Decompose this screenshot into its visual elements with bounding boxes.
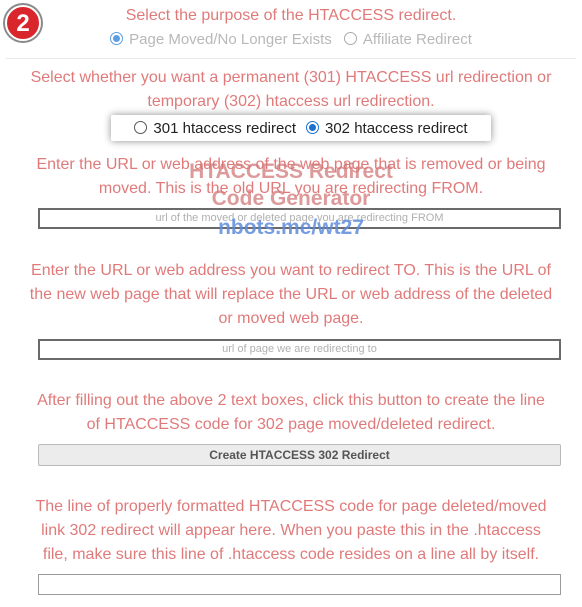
purpose-option-page-moved[interactable]: Page Moved/No Longer Exists — [110, 31, 332, 48]
create-button-prompt-line1: After filling out the above 2 text boxes… — [37, 392, 545, 409]
new-url-prompt-line1: Enter the URL or web address you want to… — [31, 262, 551, 279]
purpose-option-affiliate[interactable]: Affiliate Redirect — [343, 31, 472, 48]
redirect-option-301[interactable]: 301 htaccess redirect — [134, 120, 296, 137]
redirect-type-prompt-line1: Select whether you want a permanent (301… — [30, 69, 552, 86]
old-url-prompt-line2: moved. This is the old URL you are redir… — [98, 180, 484, 197]
output-prompt-line2: link 302 redirect will appear here. When… — [41, 522, 541, 539]
old-url-prompt-line1: Enter the URL or web address of the web … — [36, 156, 546, 173]
radio-selected-icon[interactable] — [306, 120, 319, 134]
purpose-option-label: Affiliate Redirect — [362, 31, 472, 48]
new-url-input[interactable]: url of page we are redirecting to — [38, 339, 561, 360]
output-prompt-line3: file, make sure this line of .htaccess c… — [42, 546, 540, 563]
radio-unselected-icon[interactable] — [134, 120, 148, 134]
purpose-option-label: Page Moved/No Longer Exists — [129, 31, 332, 48]
radio-unselected-icon[interactable] — [343, 32, 357, 45]
old-url-input[interactable]: url of the moved or deleted page you are… — [38, 208, 561, 229]
radio-selected-icon[interactable] — [110, 32, 124, 45]
redirect-option-label: 302 htaccess redirect — [325, 119, 468, 137]
purpose-prompt: Select the purpose of the HTACCESS redir… — [125, 7, 457, 24]
create-redirect-button[interactable]: Create HTACCESS 302 Redirect — [38, 444, 561, 466]
purpose-radio-group: Page Moved/No Longer Exists Affiliate Re… — [0, 31, 582, 48]
redirect-option-302[interactable]: 302 htaccess redirect — [306, 120, 468, 137]
redirect-type-prompt-line2: temporary (302) htaccess url redirection… — [147, 93, 435, 110]
new-url-prompt-line3: or moved web page. — [218, 310, 364, 327]
new-url-prompt-line2: the new web page that will replace the U… — [29, 286, 553, 303]
redirect-type-radio-group: 301 htaccess redirect 302 htaccess redir… — [111, 115, 491, 141]
htaccess-output-field[interactable] — [38, 574, 561, 595]
divider — [6, 58, 576, 59]
create-button-prompt-line2: of HTACCESS code for 302 page moved/dele… — [86, 416, 496, 433]
redirect-option-label: 301 htaccess redirect — [153, 119, 296, 137]
output-prompt-line1: The line of properly formatted HTACCESS … — [35, 498, 547, 515]
